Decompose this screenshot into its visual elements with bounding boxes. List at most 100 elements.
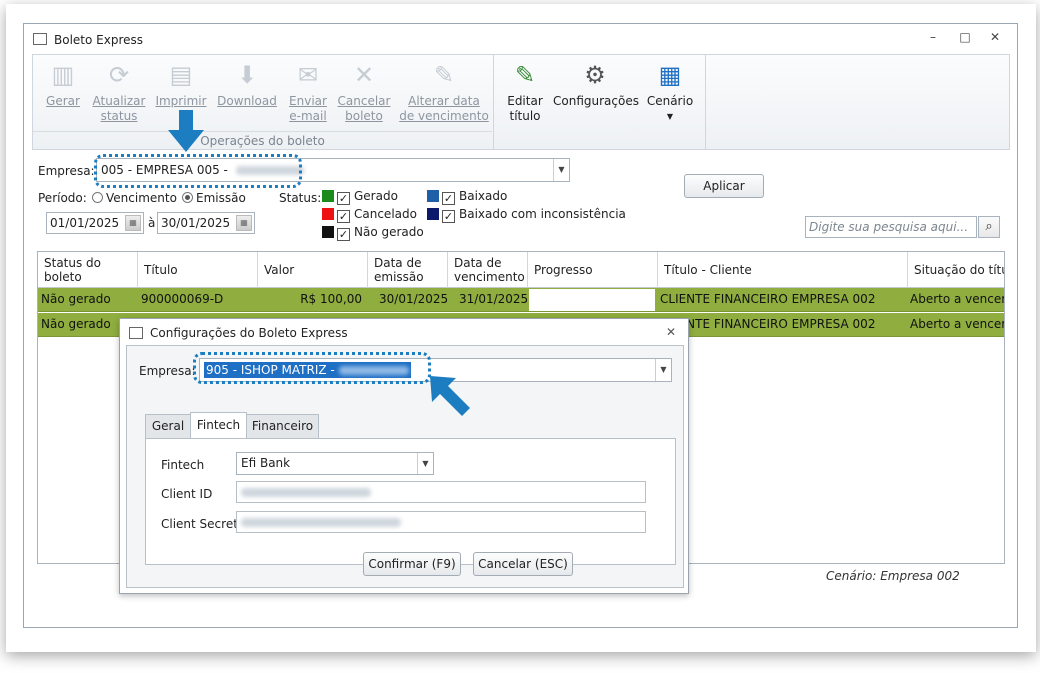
cancel-button[interactable]: Cancelar (ESC) [473, 552, 573, 576]
column-header[interactable]: Título [138, 252, 258, 288]
cell-status: Não gerado [41, 317, 111, 331]
checkbox[interactable]: ✓ [337, 210, 350, 223]
dialog-title: Configurações do Boleto Express [150, 326, 348, 340]
cell-cliente: CLIENTE FINANCEIRO EMPRESA 002 [660, 317, 876, 331]
ribbon-separator-2 [705, 55, 706, 150]
column-header[interactable]: Data de vencimento [448, 252, 528, 288]
tab-geral[interactable]: Geral [145, 414, 191, 438]
fintech-label: Fintech [161, 458, 205, 472]
dialog-icon [129, 327, 143, 339]
search-icon[interactable]: ⌕ [978, 216, 1000, 238]
tab-fintech[interactable]: Fintech [190, 412, 247, 438]
cell-vencimento: 31/01/2025 [459, 292, 529, 306]
checkbox[interactable]: ✓ [337, 228, 350, 241]
title-bar: Boleto Express – □ ✕ [24, 24, 1017, 54]
highlight-annotation [193, 352, 431, 384]
empresa-label: Empresa: [38, 164, 95, 178]
client-secret-field[interactable] [236, 511, 646, 533]
redacted-client-id [241, 488, 371, 497]
cell-valor: R$ 100,00 [300, 292, 362, 306]
tab-financeiro[interactable]: Financeiro [246, 414, 319, 438]
fintech-select[interactable]: Efi Bank ▼ [236, 452, 434, 475]
alterar-vencimento-button[interactable]: ✎ Alterar data de vencimento [399, 61, 489, 124]
dialog-empresa-label: Empresa: [139, 364, 196, 378]
minimize-button[interactable]: – [924, 30, 942, 44]
annotation-arrow-down [168, 110, 204, 152]
redacted-client-secret [241, 518, 401, 527]
cell-progresso [529, 289, 655, 311]
status-color-swatch [427, 208, 439, 220]
column-header[interactable]: Status do boleto [38, 252, 138, 288]
imprimir-button[interactable]: ▤ Imprimir [153, 61, 209, 109]
column-header[interactable]: Situação do título [908, 252, 1004, 288]
confirm-button[interactable]: Confirmar (F9) [363, 552, 461, 576]
status-color-swatch [427, 190, 439, 202]
highlight-annotation [94, 154, 302, 188]
chevron-down-icon[interactable]: ▼ [553, 159, 569, 181]
close-icon: ✕ [353, 61, 375, 89]
gear-icon: ⚙ [584, 61, 606, 89]
download-button[interactable]: ⬇ Download [215, 61, 279, 109]
chevron-down-icon: ▼ [666, 112, 674, 121]
mail-icon: ✉ [297, 61, 319, 89]
configuracoes-button[interactable]: ⚙ Configurações [553, 61, 639, 109]
calendar-icon[interactable]: ▦ [236, 215, 252, 231]
cell-status: Não gerado [41, 292, 111, 306]
column-header[interactable]: Valor [258, 252, 368, 288]
status-baixado-inconsistencia[interactable]: ✓ Baixado com inconsistência [427, 207, 626, 223]
radio-vencimento[interactable]: Vencimento [92, 191, 177, 205]
cell-situacao: Aberto a vencer [910, 317, 1005, 331]
column-header[interactable]: Título - Cliente [658, 252, 908, 288]
maximize-button[interactable]: □ [956, 30, 974, 44]
status-gerado[interactable]: ✓ Gerado [322, 189, 398, 205]
annotation-arrow-diagonal [430, 376, 470, 416]
group-label: Operações do boleto [33, 131, 492, 150]
chevron-down-icon[interactable]: ▼ [417, 453, 433, 474]
status-baixado[interactable]: ✓ Baixado [427, 189, 507, 205]
client-id-label: Client ID [161, 487, 213, 501]
editar-titulo-button[interactable]: ✎ Editar título [503, 61, 547, 124]
cenario-status: Cenário: Empresa 002 [826, 569, 960, 583]
cell-situacao: Aberto a vencer [910, 292, 1005, 306]
radio-emissao[interactable]: Emissão [182, 191, 246, 205]
client-secret-label: Client Secret [161, 517, 238, 531]
client-id-field[interactable] [236, 481, 646, 503]
cenario-button[interactable]: ▦ Cenário ▼ [643, 61, 697, 124]
apply-button[interactable]: Aplicar [684, 174, 764, 198]
status-nao-gerado[interactable]: ✓ Não gerado [322, 225, 424, 241]
close-button[interactable]: ✕ [986, 30, 1004, 44]
date-separator: à [148, 216, 156, 230]
chevron-down-icon[interactable]: ▼ [655, 359, 671, 381]
grid-icon: ▦ [658, 61, 682, 89]
gerar-button[interactable]: ▥ Gerar [43, 61, 83, 109]
checkbox[interactable]: ✓ [442, 210, 455, 223]
cancelar-boleto-button[interactable]: ✕ Cancelar boleto [337, 61, 391, 124]
close-icon[interactable]: ✕ [666, 325, 676, 339]
cell-titulo: 900000069-D [141, 292, 224, 306]
column-header[interactable]: Progresso [528, 252, 658, 288]
checkbox[interactable]: ✓ [337, 192, 350, 205]
table-row[interactable]: Não gerado 900000069-D R$ 100,00 30/01/2… [38, 288, 1005, 312]
calendar-icon[interactable]: ▦ [125, 215, 141, 231]
window-title: Boleto Express [54, 33, 144, 47]
download-icon: ⬇ [236, 61, 258, 89]
date-from-input[interactable]: 01/01/2025 ▦ [46, 212, 144, 234]
status-color-swatch [322, 208, 334, 220]
cell-emissao: 30/01/2025 [379, 292, 449, 306]
cell-cliente: CLIENTE FINANCEIRO EMPRESA 002 [660, 292, 876, 306]
column-header[interactable]: Data de emissão [368, 252, 448, 288]
status-cancelado[interactable]: ✓ Cancelado [322, 207, 417, 223]
fintech-panel: Fintech Efi Bank ▼ Client ID Client Secr… [145, 438, 676, 565]
edit-icon: ✎ [433, 61, 455, 89]
barcode-icon: ▥ [51, 61, 75, 89]
enviar-email-button[interactable]: ✉ Enviar e-mail [285, 61, 331, 124]
date-to-input[interactable]: 30/01/2025 ▦ [157, 212, 255, 234]
status-label: Status: [279, 191, 322, 205]
periodo-label: Período: [38, 191, 87, 205]
ribbon-separator [493, 55, 494, 150]
search-input[interactable]: Digite sua pesquisa aqui... [805, 216, 977, 238]
app-icon [33, 33, 47, 45]
notepad-icon: ✎ [514, 61, 536, 89]
checkbox[interactable]: ✓ [442, 192, 455, 205]
atualizar-status-button[interactable]: ⟳ Atualizar status [91, 61, 147, 124]
